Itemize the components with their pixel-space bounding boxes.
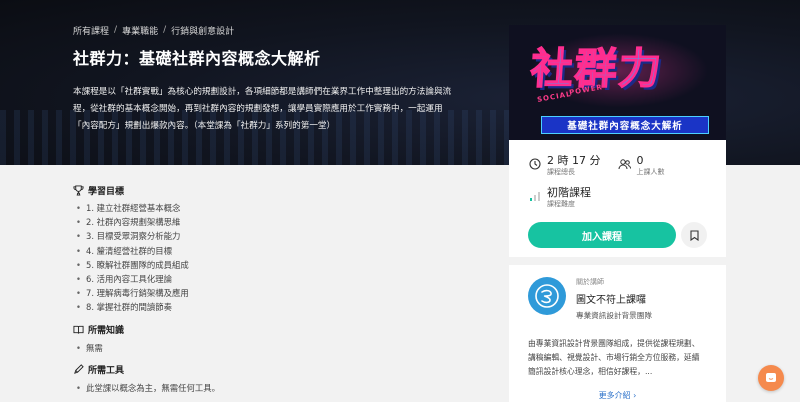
required-tools-heading: 所需工具 — [73, 363, 473, 377]
course-intro: 本課程是以「社群實戰」為核心的規劃設計，各項細節都是講師們在業界工作中整理出的方… — [73, 87, 452, 131]
list-item: 7. 理解病毒行銷架構及應用 — [73, 286, 473, 300]
chat-icon — [766, 373, 776, 382]
breadcrumb-professional-skills[interactable]: 專業職能 — [122, 24, 158, 37]
list-item: 5. 瞭解社群團隊的成員組成 — [73, 258, 473, 272]
avatar[interactable] — [528, 277, 566, 315]
thumbnail-banner: 基礎社群內容概念大解析 — [541, 116, 709, 134]
level-stat: 初階課程 課程難度 — [528, 186, 623, 216]
book-icon — [73, 324, 84, 335]
students-stat: 0 上課人數 — [618, 154, 708, 184]
course-details: 學習目標 1. 建立社群經營基本概念 2. 社群內容規劃架構思維 3. 目標受眾… — [73, 183, 473, 402]
instructor-name[interactable]: 圖文不符上課囉 — [576, 291, 652, 306]
instructor-logo-icon — [535, 284, 559, 308]
breadcrumb: 所有課程 / 專業職能 / 行銷與創意設計 — [73, 23, 458, 37]
level-text: 初階課程 課程難度 — [547, 186, 591, 209]
level-label: 課程難度 — [547, 200, 575, 208]
list-item: 此堂課以概念為主，無需任何工具。 — [73, 381, 473, 395]
bookmark-icon — [689, 226, 699, 245]
learning-goals-title: 學習目標 — [88, 186, 125, 197]
instructor-description: 由專業資訊設計背景團隊組成，提供從課程規劃、講稿編輯、視覺設計、市場行銷全方位服… — [528, 339, 700, 376]
chat-support-button[interactable] — [758, 365, 784, 391]
required-tools-section: 所需工具 此堂課以概念為主，無需任何工具。 — [73, 363, 473, 395]
duration-text: 2 時 17 分 課程總長 — [547, 154, 601, 177]
learning-goals-heading: 學習目標 — [73, 183, 473, 197]
instructor-card: 關於講師 圖文不符上課囉 專業資訊設計背景團隊 由專業資訊設計背景團隊組成，提供… — [509, 265, 726, 402]
course-stats: 2 時 17 分 課程總長 0 上課人數 初階課程 課程難度 加入課程 — [509, 140, 726, 248]
students-text: 0 上課人數 — [637, 154, 665, 177]
instructor-header: 關於講師 圖文不符上課囉 專業資訊設計背景團隊 — [528, 277, 707, 321]
required-knowledge-heading: 所需知識 — [73, 323, 473, 337]
required-knowledge-title: 所需知識 — [88, 326, 125, 336]
course-purchase-card: 社群力 SOCIAL POWER 基礎社群內容概念大解析 2 時 17 分 課程… — [509, 25, 726, 257]
about-instructor-label: 關於講師 — [576, 278, 604, 286]
more-info-link[interactable]: 更多介紹 › — [528, 390, 707, 401]
breadcrumb-separator: / — [114, 25, 118, 35]
required-knowledge-section: 所需知識 無需 — [73, 323, 473, 355]
chevron-right-icon: › — [633, 391, 637, 400]
list-item: 2. 社群內容規劃架構思維 — [73, 215, 473, 229]
pen-icon — [73, 364, 84, 375]
instructor-subtitle: 專業資訊設計背景團隊 — [576, 311, 652, 320]
cta-row: 加入課程 — [528, 222, 707, 248]
students-value: 0 — [636, 154, 644, 167]
duration-value: 2 時 17 分 — [547, 154, 601, 167]
learning-goals-section: 學習目標 1. 建立社群經營基本概念 2. 社群內容規劃架構思維 3. 目標受眾… — [73, 183, 473, 315]
level-row: 初階課程 課程難度 — [528, 186, 707, 216]
breadcrumb-separator: / — [163, 25, 167, 35]
level-value: 初階課程 — [547, 186, 591, 199]
list-item: 1. 建立社群經營基本概念 — [73, 201, 473, 215]
list-item: 無需 — [73, 341, 473, 355]
students-label: 上課人數 — [636, 168, 665, 176]
signal-bars-icon — [528, 189, 541, 202]
list-item: 4. 釐清經營社群的目標 — [73, 244, 473, 258]
list-item: 6. 活用內容工具化理論 — [73, 272, 473, 286]
page-title: 社群力：基礎社群內容概念大解析 — [73, 49, 321, 68]
breadcrumb-marketing-design[interactable]: 行銷與創意設計 — [171, 24, 234, 37]
hero-content: 所有課程 / 專業職能 / 行銷與創意設計 社群力：基礎社群內容概念大解析 本課… — [73, 23, 458, 135]
users-icon — [618, 157, 631, 170]
breadcrumb-all-courses[interactable]: 所有課程 — [73, 24, 109, 37]
duration-stat: 2 時 17 分 課程總長 — [528, 154, 618, 184]
stats-row: 2 時 17 分 課程總長 0 上課人數 — [528, 154, 707, 184]
list-item: 3. 目標受眾洞察分析能力 — [73, 229, 473, 243]
required-tools-list: 此堂課以概念為主，無需任何工具。 — [73, 381, 473, 395]
duration-label: 課程總長 — [547, 168, 575, 176]
list-item: 8. 掌握社群的間讀節奏 — [73, 300, 473, 314]
instructor-info: 關於講師 圖文不符上課囉 專業資訊設計背景團隊 — [576, 277, 652, 321]
course-thumbnail: 社群力 SOCIAL POWER 基礎社群內容概念大解析 — [509, 25, 726, 140]
required-knowledge-list: 無需 — [73, 341, 473, 355]
learning-goals-list: 1. 建立社群經營基本概念 2. 社群內容規劃架構思維 3. 目標受眾洞察分析能… — [73, 201, 473, 315]
clock-icon — [528, 157, 541, 170]
bookmark-button[interactable] — [681, 222, 707, 248]
required-tools-title: 所需工具 — [88, 366, 125, 377]
trophy-icon — [73, 184, 84, 196]
more-info-label: 更多介紹 — [598, 391, 631, 400]
join-course-button[interactable]: 加入課程 — [528, 222, 676, 248]
